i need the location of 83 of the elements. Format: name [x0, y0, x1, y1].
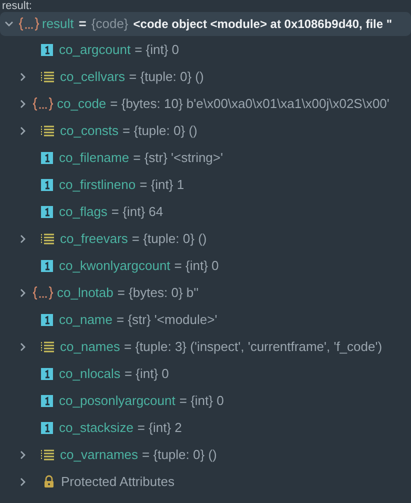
variable-value: = {tuple: 3} ('inspect', 'currentframe', 'f_code'): [124, 338, 382, 356]
tree-row[interactable]: co_name = {str} '<module>': [0, 306, 411, 333]
variable-name: co_stacksize: [59, 418, 134, 437]
list-icon: [41, 448, 54, 460]
variable-name: co_flags: [59, 202, 108, 221]
expand-chevron-icon[interactable]: [18, 450, 28, 460]
variable-name: co_argcount: [59, 40, 131, 59]
variable-name: co_kwonlyargcount: [59, 256, 170, 275]
tree-row[interactable]: co_code = {bytes: 10} b'e\x00\xa0\x01\xa1\x00j\x02S\x00': [0, 90, 411, 117]
expand-chevron-icon[interactable]: [18, 342, 28, 352]
variable-name: co_nlocals: [59, 364, 120, 383]
braces-icon: [32, 96, 54, 110]
section-label: result:: [1, 0, 33, 12]
tree-row[interactable]: co_freevars = {tuple: 0} (): [0, 225, 411, 252]
variable-name: co_names: [60, 338, 120, 356]
collapse-chevron-icon[interactable]: [4, 19, 14, 29]
variable-value: = {bytes: 0} b'': [117, 284, 199, 302]
variable-name: result: [42, 15, 74, 34]
variable-value: = {int} 0: [174, 256, 219, 275]
variable-value: <code object <module> at 0x1086b9d40, file ": [133, 16, 392, 33]
variable-value: = {int} 0: [179, 392, 224, 410]
list-icon: [41, 124, 54, 136]
expand-chevron-icon[interactable]: [18, 234, 28, 244]
number-badge-icon: [41, 152, 53, 164]
number-badge-icon: [41, 422, 53, 434]
variable-name: co_varnames: [60, 446, 138, 464]
tree-row[interactable]: Protected Attributes: [0, 468, 411, 495]
variable-name: co_consts: [60, 122, 119, 140]
expand-chevron-icon[interactable]: [18, 288, 28, 298]
tree-row[interactable]: co_stacksize = {int} 2: [0, 414, 411, 441]
tree-row[interactable]: co_consts = {tuple: 0} (): [0, 117, 411, 144]
variable-name: co_firstlineno: [59, 176, 136, 194]
tree-row[interactable]: co_lnotab = {bytes: 0} b'': [0, 279, 411, 306]
variable-value: = {bytes: 10} b'e\x00\xa0\x01\xa1\x00j\x02S\x00': [110, 94, 390, 113]
tree-row[interactable]: co_firstlineno = {int} 1: [0, 171, 411, 198]
variable-value: = {int} 1: [140, 176, 184, 194]
variable-value: = {int} 64: [111, 202, 164, 221]
number-badge-icon: [41, 368, 53, 380]
variable-name: co_name: [59, 310, 112, 329]
variable-value: = {tuple: 0} (): [142, 446, 217, 464]
variable-value: = {tuple: 0} (): [122, 122, 198, 140]
tree-row[interactable]: co_nlocals = {int} 0: [0, 360, 411, 387]
variable-value: = {int} 0: [124, 364, 169, 383]
tree-row[interactable]: result = {code} <code object <module> at 0x1086b9d40, file ": [0, 12, 411, 36]
number-badge-icon: [41, 178, 53, 190]
list-icon: [41, 340, 54, 352]
lock-icon: [43, 475, 55, 488]
expand-chevron-icon[interactable]: [18, 98, 28, 108]
tree-row[interactable]: co_flags = {int} 64: [0, 198, 411, 225]
tree-row[interactable]: co_varnames = {tuple: 0} (): [0, 441, 411, 468]
variable-name: co_cellvars: [60, 68, 126, 86]
braces-icon: [32, 286, 54, 300]
number-badge-icon: [41, 314, 53, 326]
expand-chevron-icon[interactable]: [18, 72, 28, 82]
variable-value: = {int} 0: [134, 40, 180, 59]
tree-row[interactable]: co_cellvars = {tuple: 0} (): [0, 63, 411, 90]
tree-row[interactable]: co_filename = {str} '<string>': [0, 144, 411, 171]
variable-name: co_posonlyargcount: [59, 392, 176, 410]
variable-name: co_freevars: [60, 230, 128, 248]
variable-value: = {str} '<module>': [116, 310, 218, 329]
braces-icon: [18, 17, 40, 31]
variable-value: = {tuple: 0} (): [129, 68, 204, 86]
number-badge-icon: [41, 44, 53, 56]
tree-row[interactable]: co_posonlyargcount = {int} 0: [0, 387, 411, 414]
number-badge-icon: [41, 260, 53, 272]
number-badge-icon: [41, 394, 53, 406]
variable-name: co_filename: [59, 148, 130, 167]
expand-chevron-icon[interactable]: [18, 126, 28, 136]
tree-row[interactable]: co_names = {tuple: 3} ('inspect', 'currentframe', 'f_code'): [0, 333, 411, 360]
equals-sign: =: [78, 15, 86, 34]
variable-value: = {int} 2: [137, 418, 182, 437]
expand-chevron-icon[interactable]: [18, 476, 28, 486]
variable-value: = {str} '<string>': [133, 148, 223, 167]
variable-name: co_lnotab: [57, 284, 114, 302]
type-label: {code}: [91, 15, 128, 34]
variable-name: co_code: [57, 94, 106, 113]
tree-row[interactable]: co_argcount = {int} 0: [0, 36, 411, 63]
list-icon: [41, 232, 54, 244]
tree-row[interactable]: co_kwonlyargcount = {int} 0: [0, 252, 411, 279]
list-icon: [41, 70, 54, 82]
group-label: Protected Attributes: [61, 472, 174, 491]
variable-value: = {tuple: 0} (): [132, 230, 207, 248]
number-badge-icon: [41, 206, 53, 218]
